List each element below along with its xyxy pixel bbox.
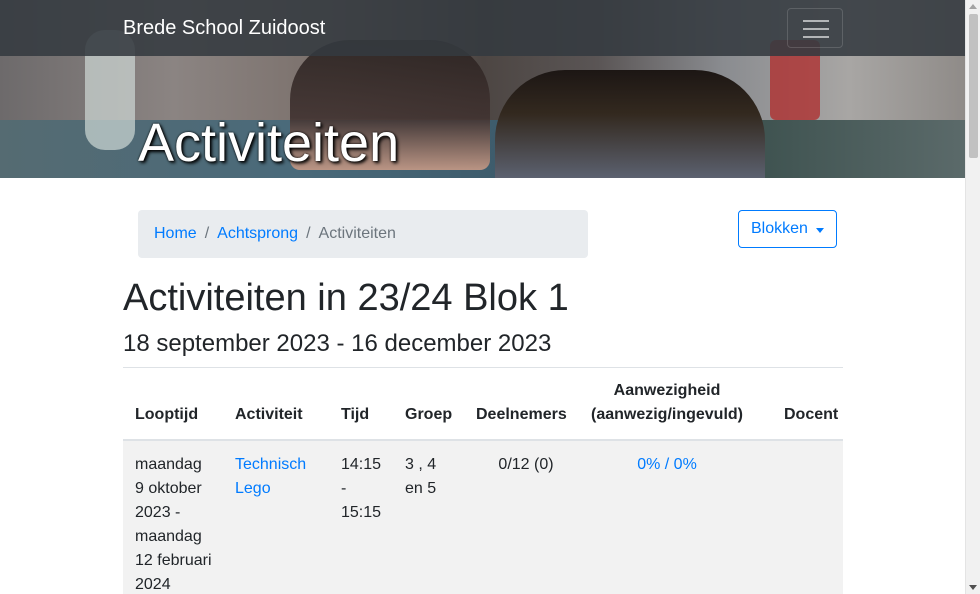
cell-line: 3 , 4 [405, 456, 437, 473]
breadcrumb-link-home[interactable]: Home [154, 225, 197, 242]
table-row: maandag 9 oktober 2023 - maandag 12 febr… [123, 441, 843, 594]
table-header: Looptijd Activiteit Tijd Groep Deelnemer… [123, 368, 843, 441]
breadcrumb-separator: / [306, 225, 311, 242]
cell-line: 2023 - [135, 504, 181, 521]
navbar: Brede School Zuidoost [0, 0, 965, 56]
scroll-down-arrow-icon[interactable] [969, 585, 977, 590]
cell-groep: 3 , 4 en 5 [405, 453, 436, 501]
breadcrumb-current: Activiteiten [318, 225, 396, 242]
cell-line: Technisch [235, 456, 307, 473]
column-header-tijd: Tijd [341, 406, 370, 423]
breadcrumb: Home / Achtsprong / Activiteiten [138, 210, 588, 258]
attendance-link[interactable]: 0% / 0% [637, 456, 697, 473]
hamburger-bar [803, 36, 829, 38]
cell-deelnemers: 0/12 (0) [498, 456, 554, 473]
cell-tijd: 14:15 - 15:15 [341, 453, 381, 525]
cell-aanwezigheid: 0% / 0% [586, 453, 748, 477]
column-header-aanwezigheid-line: Aanwezigheid [613, 382, 721, 399]
cell-line: 14:15 [341, 456, 382, 473]
page-scrollbar[interactable] [965, 0, 980, 594]
cell-line: 12 februari [135, 552, 212, 569]
column-header-looptijd: Looptijd [135, 406, 199, 423]
cell-line: 9 oktober [135, 480, 202, 497]
cell-line: maandag [135, 528, 202, 545]
column-header-deelnemers: Deelnemers [476, 406, 567, 423]
cell-line: 15:15 [341, 504, 382, 521]
cell-line: maandag [135, 456, 202, 473]
blokken-label: Blokken [751, 220, 808, 237]
cell-line: Lego [235, 480, 271, 497]
page: Activiteiten Brede School Zuidoost Home /… [0, 0, 980, 594]
cell-looptijd: maandag 9 oktober 2023 - maandag 12 febr… [135, 453, 212, 594]
page-subtitle: 18 september 2023 - 16 december 2023 [123, 330, 552, 357]
cell-line: - [341, 480, 347, 497]
cell-line: en 5 [405, 480, 437, 497]
navbar-brand[interactable]: Brede School Zuidoost [123, 18, 325, 38]
navbar-toggler-button[interactable] [787, 8, 843, 48]
column-header-activiteit: Activiteit [235, 406, 303, 423]
scrollbar-thumb[interactable] [969, 14, 978, 158]
column-header-docent: Docent [784, 406, 839, 423]
hamburger-bar [803, 20, 829, 22]
blokken-dropdown-button[interactable]: Blokken [738, 210, 837, 248]
column-header-groep: Groep [405, 406, 453, 423]
cell-activiteit: Technisch Lego [235, 453, 306, 501]
scroll-up-arrow-icon[interactable] [969, 4, 977, 9]
hero-title: Activiteiten [138, 113, 400, 173]
caret-down-icon [816, 228, 824, 233]
page-title: Activiteiten in 23/24 Blok 1 [123, 277, 569, 319]
column-header-aanwezigheid: Aanwezigheid (aanwezig/ingevuld) [586, 379, 748, 427]
breadcrumb-link-achtsprong[interactable]: Achtsprong [217, 225, 298, 242]
activity-link[interactable]: Technisch Lego [235, 453, 306, 501]
column-header-aanwezigheid-line: (aanwezig/ingevuld) [590, 406, 743, 423]
cell-line: 2024 [135, 576, 171, 593]
hero-photo-figure [495, 70, 765, 178]
breadcrumb-separator: / [204, 225, 210, 242]
hamburger-bar [803, 28, 829, 30]
